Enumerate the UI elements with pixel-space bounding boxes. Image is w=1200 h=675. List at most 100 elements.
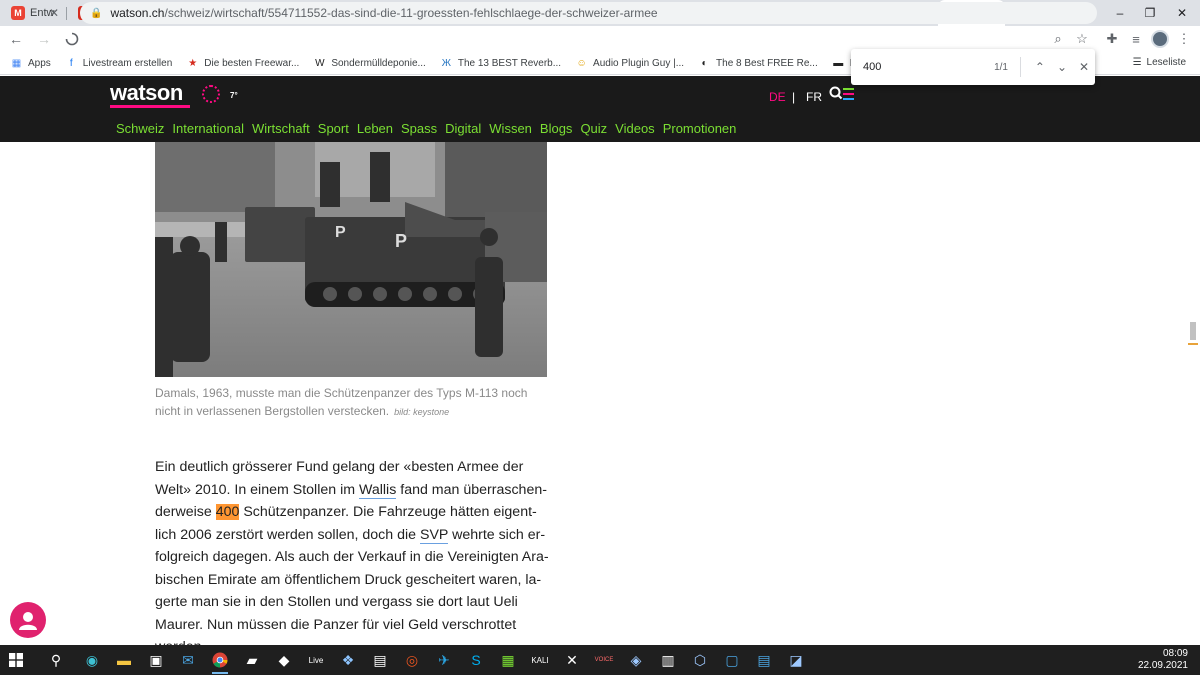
app-icon[interactable]: ▤ xyxy=(364,645,396,675)
maximize-button[interactable]: ❐ xyxy=(1132,0,1168,26)
lang-fr[interactable]: FR xyxy=(806,90,822,104)
browser-tab[interactable]: M Entw ✕ xyxy=(0,0,67,26)
bookmark-item[interactable]: ◐ The 8 Best FREE Re... xyxy=(698,57,818,70)
edge-icon[interactable]: ◉ xyxy=(76,645,108,675)
tab-close-icon[interactable]: ✕ xyxy=(49,6,59,20)
find-divider xyxy=(1020,57,1021,77)
bookmark-label: The 8 Best FREE Re... xyxy=(716,57,818,69)
remote-desktop-icon[interactable]: ▢ xyxy=(716,645,748,675)
bookmark-item[interactable]: Ж The 13 BEST Reverb... xyxy=(440,57,561,70)
terminal-icon[interactable]: ▦ xyxy=(492,645,524,675)
lang-de[interactable]: DE xyxy=(769,90,786,104)
article-line: gerte man sie in den Stollen und vergass… xyxy=(155,594,518,610)
ableton-live-icon[interactable]: Live xyxy=(300,645,332,675)
find-input[interactable]: 400 xyxy=(863,61,971,73)
find-next-icon[interactable]: ⌄ xyxy=(1051,60,1073,74)
user-account-button[interactable] xyxy=(10,602,46,638)
close-window-button[interactable]: ✕ xyxy=(1164,0,1200,26)
nav-item-digital[interactable]: Digital xyxy=(445,121,481,136)
plugin-icon: Ж xyxy=(441,57,451,69)
bookmark-label: Apps xyxy=(28,57,51,69)
app-icon[interactable]: ◪ xyxy=(780,645,812,675)
daw-app-icon[interactable]: ▰ xyxy=(236,645,268,675)
page-search-icon[interactable]: ⌕ xyxy=(1048,29,1068,49)
lock-icon[interactable]: 🔒 xyxy=(90,8,102,19)
bookmark-item[interactable]: ▦ Apps xyxy=(10,57,51,70)
windows-start-icon[interactable] xyxy=(0,645,32,675)
loading-spinner-icon[interactable] xyxy=(60,27,84,51)
mail-icon[interactable]: ✉ xyxy=(172,645,204,675)
lang-separator: | xyxy=(792,90,796,104)
nav-item-wissen[interactable]: Wissen xyxy=(489,121,532,136)
caption-line-1: Damals, 1963, musste man die Schützenpan… xyxy=(155,386,528,400)
nav-item-spass[interactable]: Spass xyxy=(401,121,437,136)
bookmark-item[interactable]: f Livestream erstellen xyxy=(65,57,172,70)
file-explorer-icon[interactable]: ▬ xyxy=(108,645,140,675)
chrome-icon[interactable] xyxy=(204,645,236,675)
voicemeeter-icon[interactable]: VOICE xyxy=(588,645,620,675)
article-line: derweise 400 Schützenpanzer. Die Fahrzeu… xyxy=(155,501,550,524)
bookmark-label: Sondermülldeponie... xyxy=(331,57,426,69)
bookmark-item[interactable]: W Sondermülldeponie... xyxy=(313,57,426,70)
text-span: Schützenpanzer. Die Fahrzeuge hätten eig… xyxy=(239,504,537,520)
article-line: Welt» 2010. In einem Stollen im Wallis f… xyxy=(155,479,550,502)
store-icon[interactable]: ▣ xyxy=(140,645,172,675)
bookmark-star-icon[interactable]: ☆ xyxy=(1072,29,1092,49)
search-icon[interactable]: ⚲ xyxy=(40,645,72,675)
reading-list-button[interactable]: ☰ Leseliste xyxy=(1133,57,1186,68)
app-icon[interactable]: ◈ xyxy=(620,645,652,675)
nav-item-leben[interactable]: Leben xyxy=(357,121,393,136)
watson-logo[interactable]: watson xyxy=(110,80,183,106)
find-close-icon[interactable]: ✕ xyxy=(1073,60,1095,74)
star-icon: ★ xyxy=(188,57,198,69)
back-button[interactable]: ← xyxy=(4,27,28,51)
korg-icon: ▬ xyxy=(833,57,844,69)
nav-item-wirtschaft[interactable]: Wirtschaft xyxy=(252,121,310,136)
profile-avatar[interactable] xyxy=(1151,30,1169,48)
app-icon[interactable]: ❖ xyxy=(332,645,364,675)
url-path: /schweiz/wirtschaft/554711552-das-sind-d… xyxy=(164,6,658,20)
scrollbar-track[interactable] xyxy=(1186,142,1200,646)
kali-icon[interactable]: KALI xyxy=(524,645,556,675)
nav-item-schweiz[interactable]: Schweiz xyxy=(116,121,164,136)
nav-item-quiz[interactable]: Quiz xyxy=(580,121,607,136)
nav-item-blogs[interactable]: Blogs xyxy=(540,121,573,136)
address-bar[interactable]: 🔒 watson.ch /schweiz/wirtschaft/55471155… xyxy=(80,2,1097,24)
article-line: Ein deutlich grösserer Fund gelang der «… xyxy=(155,459,524,475)
link-wallis[interactable]: Wallis xyxy=(359,481,397,499)
bookmark-item[interactable]: ★ Die besten Freewar... xyxy=(186,57,299,70)
photo-caption: Damals, 1963, musste man die Schützenpan… xyxy=(155,384,555,421)
inkscape-icon[interactable]: ◆ xyxy=(268,645,300,675)
weather-sun-icon[interactable] xyxy=(202,85,220,103)
scrollbar-thumb[interactable] xyxy=(1190,322,1196,340)
menu-dots-icon[interactable]: ⋮ xyxy=(1174,29,1194,49)
nav-item-sport[interactable]: Sport xyxy=(318,121,349,136)
nav-item-international[interactable]: International xyxy=(172,121,244,136)
bookmark-label: Audio Plugin Guy |... xyxy=(593,57,685,69)
logo-underline xyxy=(110,105,190,108)
clock-time: 08:09 xyxy=(1162,648,1188,659)
skype-icon[interactable]: S xyxy=(460,645,492,675)
telegram-icon[interactable]: ✈ xyxy=(428,645,460,675)
link-svp[interactable]: SVP xyxy=(419,526,449,544)
temperature: 7° xyxy=(230,91,238,100)
bookmark-item[interactable]: ☺ Audio Plugin Guy |... xyxy=(575,57,684,70)
app-icon[interactable]: ✕ xyxy=(556,645,588,675)
find-highlight: 400 xyxy=(215,504,240,520)
guy-icon: ☺ xyxy=(576,57,587,69)
nav-item-videos[interactable]: Videos xyxy=(615,121,655,136)
system-clock[interactable]: 08:09 22.09.2021 xyxy=(1138,648,1188,672)
forward-button[interactable]: → xyxy=(32,27,56,51)
media-queue-icon[interactable]: ≡ xyxy=(1126,29,1146,49)
find-prev-icon[interactable]: ⌃ xyxy=(1029,60,1051,74)
site-search-icon[interactable] xyxy=(829,86,855,109)
extensions-icon[interactable]: ✚ xyxy=(1102,29,1122,49)
svg-text:P: P xyxy=(335,224,346,241)
virtualbox-icon[interactable]: ⬡ xyxy=(684,645,716,675)
caption-line-2: nicht in verlassenen Bergstollen verstec… xyxy=(155,404,390,418)
app-icon[interactable]: ▥ xyxy=(652,645,684,675)
app-icon[interactable]: ▤ xyxy=(748,645,780,675)
ubuntu-icon[interactable]: ◎ xyxy=(396,645,428,675)
nav-item-promotionen[interactable]: Promotionen xyxy=(663,121,737,136)
moon-icon: ◐ xyxy=(701,57,708,69)
